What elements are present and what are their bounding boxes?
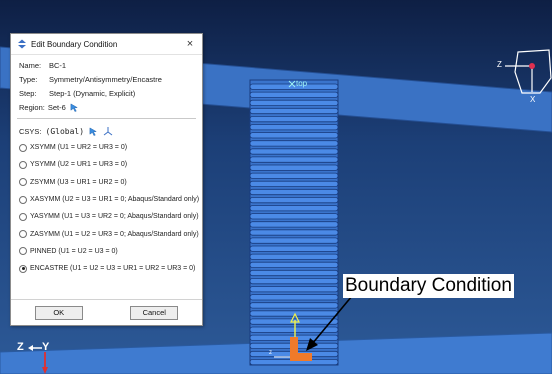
dialog-title: Edit Boundary Condition — [31, 39, 118, 49]
option-ysymm[interactable]: YSYMM (U2 = UR1 = UR3 = 0) — [11, 156, 202, 173]
csys-row: CSYS: (Global) — [11, 123, 202, 139]
dialog-titlebar[interactable]: Edit Boundary Condition × — [11, 34, 202, 55]
column-ridge — [249, 245, 339, 252]
ok-button[interactable]: OK — [34, 305, 83, 320]
csys-axes-icon[interactable] — [103, 126, 113, 136]
csys-pick-icon[interactable] — [89, 127, 98, 136]
column-ridge — [249, 302, 339, 309]
option-label: ENCASTRE (U1 = U2 = U3 = UR1 = UR2 = UR3… — [30, 265, 196, 273]
option-pinned[interactable]: PINNED (U1 = U2 = U3 = 0) — [11, 243, 202, 260]
column-ridge — [249, 205, 339, 212]
csys-value: (Global) — [45, 126, 85, 136]
option-zsymm[interactable]: ZSYMM (U3 = UR1 = UR2 = 0) — [11, 174, 202, 191]
radio-pinned[interactable] — [19, 247, 27, 256]
column-ridge — [249, 132, 339, 139]
dialog-button-row: OK Cancel — [11, 299, 202, 325]
column-ridge — [249, 221, 339, 228]
option-xsymm[interactable]: XSYMM (U1 = UR2 = UR3 = 0) — [11, 139, 202, 156]
radio-zasymm[interactable] — [19, 230, 27, 239]
option-label: YASYMM (U1 = U3 = UR2 = 0; Abaqus/Standa… — [30, 213, 199, 221]
local-axis-z-label: z — [269, 350, 272, 356]
column-ridge — [249, 253, 339, 260]
name-row: Name: BC-1 — [11, 58, 202, 72]
column-ridge — [249, 180, 339, 187]
column-ridge — [249, 229, 339, 236]
type-value: Symmetry/Antisymmetry/Encastre — [49, 74, 162, 84]
column-ridge — [249, 148, 339, 155]
step-value: Step-1 (Dynamic, Explicit) — [49, 88, 136, 98]
region-key: Region: — [19, 102, 45, 112]
close-icon[interactable]: × — [184, 38, 196, 50]
option-zasymm[interactable]: ZASYMM (U1 = U2 = UR3 = 0; Abaqus/Standa… — [11, 225, 202, 242]
radio-ysymm[interactable] — [19, 160, 27, 169]
option-label: ZSYMM (U3 = UR1 = UR2 = 0) — [30, 178, 127, 186]
radio-xasymm[interactable] — [19, 195, 27, 204]
column-ridge — [249, 277, 339, 285]
column-ridge — [249, 188, 339, 196]
column-ridge — [249, 99, 339, 106]
type-key: Type: — [19, 74, 38, 84]
dialog-separator — [17, 118, 196, 119]
edit-boundary-condition-dialog: Edit Boundary Condition × Name: BC-1 Typ… — [10, 33, 203, 326]
column-ridge — [249, 196, 339, 204]
option-xasymm[interactable]: XASYMM (U2 = U3 = UR1 = 0; Abaqus/Standa… — [11, 191, 202, 208]
column-ridge — [249, 107, 339, 115]
option-encastre[interactable]: ENCASTRE (U1 = U2 = U3 = UR1 = UR2 = UR3… — [11, 260, 202, 277]
column-ridge — [249, 261, 339, 269]
column-ridge — [249, 91, 339, 98]
radio-encastre[interactable] — [19, 264, 27, 273]
column-ridge — [249, 237, 339, 244]
column-ridge — [249, 140, 339, 147]
region-value: Set-6 — [47, 102, 66, 112]
cancel-button[interactable]: Cancel — [130, 305, 179, 320]
view-triad-icon[interactable] — [505, 49, 552, 94]
column-ridge — [249, 213, 339, 220]
column-ridge — [249, 286, 339, 293]
column-ridge — [249, 156, 339, 163]
column-ridge — [249, 124, 339, 131]
triad-z-label: Z — [497, 60, 502, 69]
step-key: Step: — [19, 88, 37, 98]
option-label: YSYMM (U2 = UR1 = UR3 = 0) — [30, 161, 128, 169]
triad-x-label: X — [530, 95, 536, 104]
column-ridge — [249, 116, 339, 123]
step-row: Step: Step-1 (Dynamic, Explicit) — [11, 86, 202, 100]
option-label: ZASYMM (U1 = U2 = UR3 = 0; Abaqus/Standa… — [30, 230, 199, 238]
dialog-title-icon — [18, 39, 26, 49]
column-ridge — [249, 294, 339, 301]
option-label: XSYMM (U1 = UR2 = UR3 = 0) — [30, 144, 128, 152]
name-value: BC-1 — [49, 60, 67, 70]
bc-type-options: XSYMM (U1 = UR2 = UR3 = 0) YSYMM (U2 = U… — [11, 139, 202, 277]
type-row: Type: Symmetry/Antisymmetry/Encastre — [11, 72, 202, 86]
radio-yasymm[interactable] — [19, 212, 27, 221]
top-point-label: top — [296, 79, 308, 88]
option-label: PINNED (U1 = U2 = U3 = 0) — [30, 247, 118, 255]
column-ridge — [249, 172, 339, 179]
radio-zsymm[interactable] — [19, 178, 27, 187]
boundary-condition-annotation: Boundary Condition — [343, 274, 514, 298]
region-row: Region: Set-6 — [11, 100, 202, 114]
radio-xsymm[interactable] — [19, 143, 27, 152]
column-ridge — [249, 164, 339, 171]
global-axis-y-label: Y — [42, 341, 50, 353]
region-pick-icon[interactable] — [70, 103, 79, 112]
csys-key: CSYS: — [19, 126, 42, 136]
column-ridge — [249, 269, 339, 277]
option-yasymm[interactable]: YASYMM (U1 = U3 = UR2 = 0; Abaqus/Standa… — [11, 208, 202, 225]
option-label: XASYMM (U2 = U3 = UR1 = 0; Abaqus/Standa… — [30, 196, 200, 204]
name-key: Name: — [19, 60, 42, 70]
global-axis-z-label: Z — [17, 341, 24, 353]
